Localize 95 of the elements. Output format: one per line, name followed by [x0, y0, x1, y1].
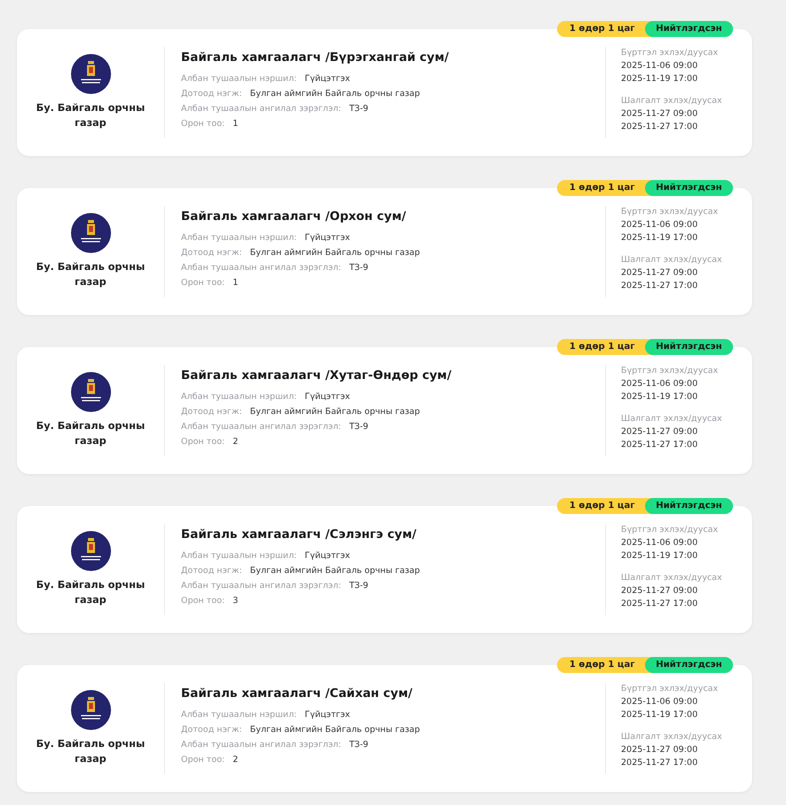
organization-name: Бу. Байгаль орчны газар — [35, 579, 146, 608]
date-label: Бүртгэл эхлэх/дуусах — [621, 206, 720, 219]
end-date: 2025-11-19 17:00 — [621, 550, 699, 563]
start-date: 2025-11-06 09:00 — [621, 60, 699, 73]
field-value: ТЗ-9 — [349, 262, 368, 275]
end-date: 2025-11-27 17:00 — [621, 757, 699, 770]
end-date: 2025-11-19 17:00 — [621, 709, 699, 722]
emblem-logo — [70, 54, 110, 94]
duration-badge: 1 өдөр 1 цаг — [557, 339, 653, 355]
job-title: Байгаль хамгаалагч /Орхон сум/ — [181, 209, 408, 223]
end-date: 2025-11-19 17:00 — [621, 391, 699, 404]
field-value: ТЗ-9 — [349, 580, 368, 593]
date-label: Шалгалт эхлэх/дуусах — [621, 413, 724, 426]
field-label: Албан тушаалын нэршил: — [181, 550, 297, 563]
field-value: 2 — [232, 754, 238, 767]
field-value: Гүйцэтгэх — [304, 550, 350, 563]
duration-badge: 1 өдөр 1 цаг — [557, 657, 653, 673]
field-label: Дотоод нэгж: — [181, 88, 242, 101]
emblem-logo — [70, 690, 110, 730]
field-value: Булган аймгийн Байгаль орчны газар — [250, 406, 420, 419]
field-label: Дотоод нэгж: — [181, 724, 242, 737]
field-label: Албан тушаалын ангилал зэрэглэл: — [181, 262, 342, 275]
duration-badge: 1 өдөр 1 цаг — [557, 498, 653, 514]
field-value: Булган аймгийн Байгаль орчны газар — [250, 724, 420, 737]
date-label: Шалгалт эхлэх/дуусах — [621, 731, 724, 744]
duration-badge: 1 өдөр 1 цаг — [557, 21, 653, 37]
start-date: 2025-11-27 09:00 — [621, 585, 699, 598]
field-value: Булган аймгийн Байгаль орчны газар — [250, 565, 420, 578]
emblem-logo — [70, 213, 110, 253]
job-title: Байгаль хамгаалагч /Сэлэнгэ сум/ — [181, 527, 418, 541]
field-label: Орон тоо: — [181, 754, 225, 767]
field-label: Орон тоо: — [181, 436, 225, 449]
organization-name: Бу. Байгаль орчны газар — [35, 738, 146, 767]
start-date: 2025-11-06 09:00 — [621, 378, 699, 391]
date-label: Шалгалт эхлэх/дуусах — [621, 95, 724, 108]
field-label: Дотоод нэгж: — [181, 565, 242, 578]
field-label: Дотоод нэгж: — [181, 247, 242, 260]
status-badge: Нийтлэгдсэн — [644, 498, 733, 514]
organization-name: Бу. Байгаль орчны газар — [35, 102, 146, 131]
status-badge: Нийтлэгдсэн — [644, 657, 733, 673]
field-value: Гүйцэтгэх — [304, 232, 350, 245]
field-label: Орон тоо: — [181, 277, 225, 290]
date-label: Бүртгэл эхлэх/дуусах — [621, 365, 720, 378]
job-title: Байгаль хамгаалагч /Хутаг-Өндөр сум/ — [181, 368, 452, 382]
status-badge: Нийтлэгдсэн — [644, 339, 733, 355]
field-label: Албан тушаалын нэршил: — [181, 391, 297, 404]
field-value: Гүйцэтгэх — [304, 391, 350, 404]
field-value: ТЗ-9 — [349, 421, 368, 434]
start-date: 2025-11-27 09:00 — [621, 744, 699, 757]
field-label: Албан тушаалын ангилал зэрэглэл: — [181, 580, 342, 593]
field-label: Албан тушаалын ангилал зэрэглэл: — [181, 103, 342, 116]
end-date: 2025-11-27 17:00 — [621, 439, 699, 452]
start-date: 2025-11-27 09:00 — [621, 426, 699, 439]
field-label: Орон тоо: — [181, 595, 225, 608]
start-date: 2025-11-06 09:00 — [621, 537, 699, 550]
date-label: Бүртгэл эхлэх/дуусах — [621, 524, 720, 537]
emblem-logo — [70, 372, 110, 412]
field-label: Албан тушаалын нэршил: — [181, 73, 297, 86]
organization-name: Бу. Байгаль орчны газар — [35, 261, 146, 290]
field-label: Албан тушаалын ангилал зэрэглэл: — [181, 739, 342, 752]
end-date: 2025-11-19 17:00 — [621, 73, 699, 86]
field-label: Албан тушаалын нэршил: — [181, 709, 297, 722]
organization-name: Бу. Байгаль орчны газар — [35, 420, 146, 449]
field-value: Булган аймгийн Байгаль орчны газар — [250, 88, 420, 101]
end-date: 2025-11-27 17:00 — [621, 598, 699, 611]
date-label: Бүртгэл эхлэх/дуусах — [621, 47, 720, 60]
field-value: Гүйцэтгэх — [304, 73, 350, 86]
status-badge: Нийтлэгдсэн — [644, 21, 733, 37]
start-date: 2025-11-27 09:00 — [621, 108, 699, 121]
date-label: Шалгалт эхлэх/дуусах — [621, 254, 724, 267]
field-value: Гүйцэтгэх — [304, 709, 350, 722]
date-label: Шалгалт эхлэх/дуусах — [621, 572, 724, 585]
end-date: 2025-11-27 17:00 — [621, 121, 699, 134]
job-title: Байгаль хамгаалагч /Бүрэгхангай сум/ — [181, 50, 450, 64]
start-date: 2025-11-06 09:00 — [621, 219, 699, 232]
field-label: Дотоод нэгж: — [181, 406, 242, 419]
field-label: Албан тушаалын нэршил: — [181, 232, 297, 245]
emblem-logo — [70, 531, 110, 571]
start-date: 2025-11-27 09:00 — [621, 267, 699, 280]
end-date: 2025-11-19 17:00 — [621, 232, 699, 245]
field-value: Булган аймгийн Байгаль орчны газар — [250, 247, 420, 260]
field-label: Орон тоо: — [181, 118, 225, 131]
job-title: Байгаль хамгаалагч /Сайхан сум/ — [181, 686, 414, 700]
date-label: Бүртгэл эхлэх/дуусах — [621, 683, 720, 696]
status-badge: Нийтлэгдсэн — [644, 180, 733, 196]
start-date: 2025-11-06 09:00 — [621, 696, 699, 709]
field-value: ТЗ-9 — [349, 103, 368, 116]
field-value: ТЗ-9 — [349, 739, 368, 752]
field-label: Албан тушаалын ангилал зэрэглэл: — [181, 421, 342, 434]
field-value: 2 — [232, 436, 238, 449]
field-value: 1 — [232, 118, 238, 131]
field-value: 3 — [232, 595, 238, 608]
end-date: 2025-11-27 17:00 — [621, 280, 699, 293]
field-value: 1 — [232, 277, 238, 290]
duration-badge: 1 өдөр 1 цаг — [557, 180, 653, 196]
